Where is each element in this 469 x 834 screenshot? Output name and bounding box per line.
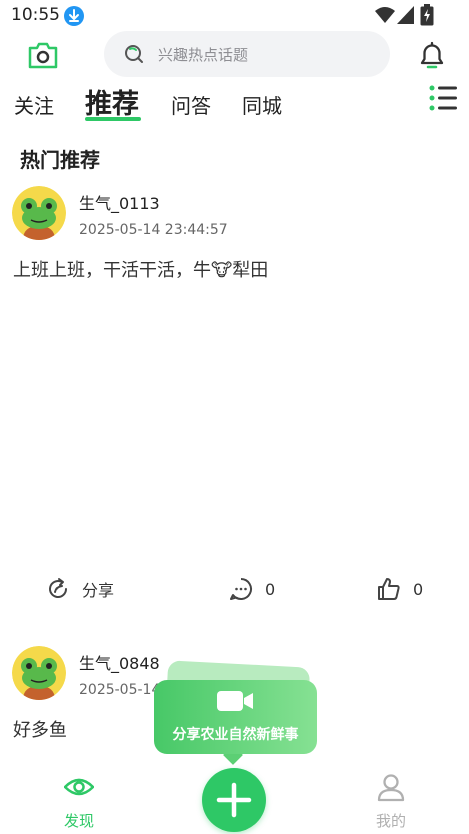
comment-button[interactable]: 0 bbox=[229, 575, 275, 603]
comment-icon bbox=[230, 578, 252, 600]
add-post-button[interactable] bbox=[202, 768, 266, 832]
post-username[interactable]: 生气_0113 bbox=[79, 190, 160, 214]
battery-icon bbox=[420, 4, 434, 26]
avatar[interactable] bbox=[12, 186, 66, 240]
promo-text: 分享农业自然新鲜事 bbox=[172, 727, 299, 743]
avatar[interactable] bbox=[12, 646, 66, 700]
tab-active-indicator bbox=[85, 117, 141, 121]
post-time: 2025-05-14 23:44:57 bbox=[79, 222, 228, 238]
promo-card[interactable]: 分享农业自然新鲜事 bbox=[154, 680, 317, 754]
status-bar: 10:55 bbox=[0, 0, 469, 32]
search-input[interactable]: 兴趣热点话题 bbox=[104, 31, 390, 77]
comment-count: 0 bbox=[265, 579, 276, 599]
nav-discover-label: 发现 bbox=[63, 812, 94, 830]
post-username[interactable]: 生气_0848 bbox=[79, 650, 160, 674]
search-placeholder: 兴趣热点话题 bbox=[158, 46, 249, 64]
wifi-icon bbox=[375, 7, 395, 23]
tab-qa[interactable]: 问答 bbox=[171, 90, 211, 119]
share-button[interactable]: 分享 bbox=[46, 575, 114, 603]
status-time: 10:55 bbox=[11, 5, 60, 25]
plus-icon bbox=[216, 782, 252, 818]
video-camera-icon bbox=[217, 691, 253, 711]
post-content[interactable]: 上班上班，干活干活，牛🐮犁田 bbox=[13, 256, 268, 282]
search-icon bbox=[125, 45, 143, 63]
tab-recommend[interactable]: 推荐 bbox=[85, 82, 139, 121]
eye-icon bbox=[64, 778, 94, 796]
thumbs-up-icon bbox=[378, 578, 400, 600]
like-button[interactable]: 0 bbox=[377, 575, 423, 603]
menu-list-icon[interactable] bbox=[429, 84, 457, 112]
share-icon bbox=[49, 578, 67, 598]
frog-avatar-icon bbox=[12, 186, 66, 240]
post-time: 2025-05-14 bbox=[79, 682, 159, 698]
nav-mine-label: 我的 bbox=[375, 812, 406, 830]
signal-icon bbox=[397, 6, 414, 24]
camera-icon[interactable] bbox=[27, 40, 59, 70]
tab-follow[interactable]: 关注 bbox=[14, 90, 54, 119]
nav-mine[interactable]: 我的 bbox=[361, 772, 421, 832]
post-content[interactable]: 好多鱼 bbox=[13, 716, 67, 742]
bell-icon[interactable] bbox=[417, 40, 447, 70]
tab-city[interactable]: 同城 bbox=[242, 90, 282, 119]
frog-avatar-icon bbox=[12, 646, 66, 700]
nav-discover[interactable]: 发现 bbox=[49, 772, 109, 832]
download-notification-icon bbox=[64, 6, 84, 26]
share-label: 分享 bbox=[82, 581, 115, 600]
user-icon bbox=[377, 774, 405, 802]
section-title: 热门推荐 bbox=[20, 148, 100, 172]
like-count: 0 bbox=[413, 579, 424, 599]
app-screen: 10:55 兴趣热点话题 关注 推荐 问答 同城 热门推荐 生气_0113 20… bbox=[0, 0, 469, 834]
